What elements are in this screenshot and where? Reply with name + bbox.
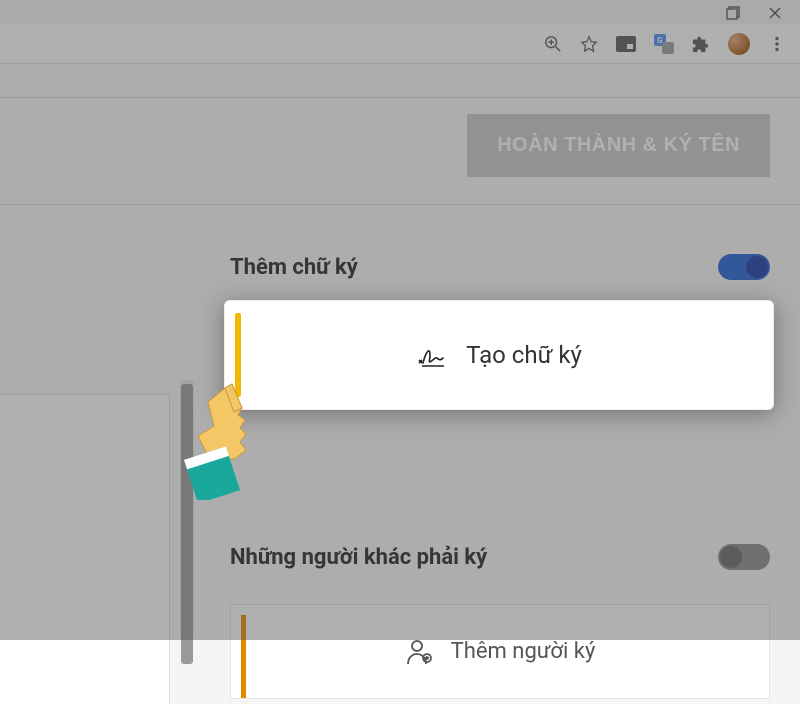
svg-text:G: G bbox=[657, 36, 663, 45]
signature-icon bbox=[416, 341, 446, 369]
add-signer-card[interactable]: Thêm người ký bbox=[230, 604, 770, 699]
translate-icon[interactable]: G bbox=[654, 34, 674, 54]
add-signature-section: Thêm chữ ký bbox=[230, 254, 770, 300]
browser-toolbar: G bbox=[0, 24, 800, 64]
avatar[interactable] bbox=[728, 33, 750, 55]
create-signature-card[interactable]: Tạo chữ ký bbox=[224, 300, 774, 410]
others-sign-section: Những người khác phải ký bbox=[230, 544, 770, 590]
kebab-menu-icon[interactable] bbox=[768, 35, 786, 53]
restore-icon[interactable] bbox=[726, 5, 740, 19]
star-icon[interactable] bbox=[580, 35, 598, 53]
reader-icon[interactable] bbox=[616, 36, 636, 52]
create-signature-label: Tạo chữ ký bbox=[466, 341, 582, 369]
add-signature-toggle[interactable] bbox=[718, 254, 770, 280]
zoom-icon[interactable] bbox=[544, 35, 562, 53]
extensions-icon[interactable] bbox=[692, 35, 710, 53]
toggle-knob bbox=[746, 256, 768, 278]
add-signature-title: Thêm chữ ký bbox=[230, 255, 358, 280]
pointing-hand-icon bbox=[170, 380, 270, 500]
add-person-icon bbox=[405, 638, 433, 666]
others-sign-toggle[interactable] bbox=[718, 544, 770, 570]
toggle-knob bbox=[720, 546, 742, 568]
complete-sign-button[interactable]: HOÀN THÀNH & KÝ TÊN bbox=[467, 114, 770, 177]
others-sign-title: Những người khác phải ký bbox=[230, 545, 487, 570]
add-signer-label: Thêm người ký bbox=[451, 639, 596, 664]
window-controls bbox=[726, 0, 800, 24]
close-icon[interactable] bbox=[768, 5, 782, 19]
preview-pane bbox=[0, 394, 170, 704]
